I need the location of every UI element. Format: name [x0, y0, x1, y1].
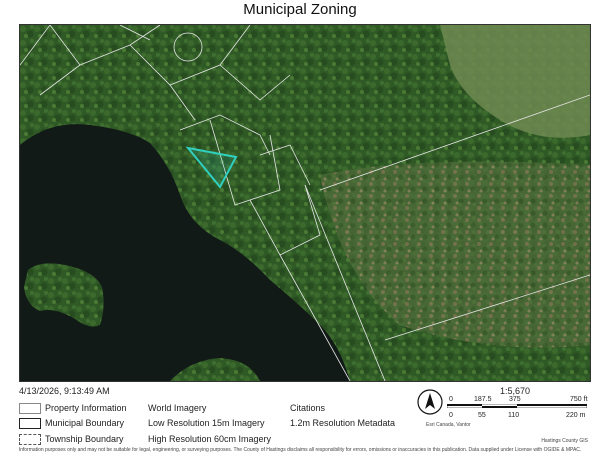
- county-credit: Hastings County GIS: [541, 438, 588, 444]
- legend-municipal-boundary: Municipal Boundary: [45, 418, 125, 428]
- scale-m-tick-1: 55: [478, 412, 486, 419]
- north-arrow-icon: [417, 389, 443, 415]
- scale-ratio: 1:5,670: [500, 386, 531, 396]
- scale-ft-tick-3: 750 ft: [570, 396, 588, 403]
- legend-low-res-imagery: Low Resolution 15m Imagery: [148, 418, 265, 428]
- disclaimer: Information purposes only and may not be…: [18, 447, 582, 453]
- map-timestamp: 4/13/2026, 9:13:49 AM: [19, 386, 110, 396]
- legend-township-boundary: Township Boundary: [45, 434, 124, 444]
- scale-ft-tick-1: 187.5: [474, 396, 492, 403]
- map-title: Municipal Zoning: [243, 1, 357, 18]
- scale-m-tick-3: 220 m: [566, 412, 586, 419]
- aerial-map[interactable]: [20, 25, 590, 381]
- scale-m-tick-0: 0: [449, 412, 453, 419]
- scale-m-tick-2: 110: [508, 412, 520, 419]
- scale-ft-tick-0: 0: [449, 396, 453, 403]
- municipal-boundary-symbol: [19, 418, 41, 429]
- map-view[interactable]: [19, 24, 591, 382]
- scale-bar: [447, 404, 587, 408]
- legend-citations: Citations: [290, 403, 326, 413]
- property-information-symbol: [19, 403, 41, 414]
- imagery-credit: Esri Canada, Vantor: [426, 422, 471, 428]
- legend-property-information: Property Information: [45, 403, 127, 413]
- scale-ft-tick-2: 375: [509, 396, 521, 403]
- legend-world-imagery: World Imagery: [148, 403, 207, 413]
- township-boundary-symbol: [19, 434, 41, 445]
- legend-high-res-imagery: High Resolution 60cm Imagery: [148, 434, 272, 444]
- legend-metadata: 1.2m Resolution Metadata: [290, 418, 396, 428]
